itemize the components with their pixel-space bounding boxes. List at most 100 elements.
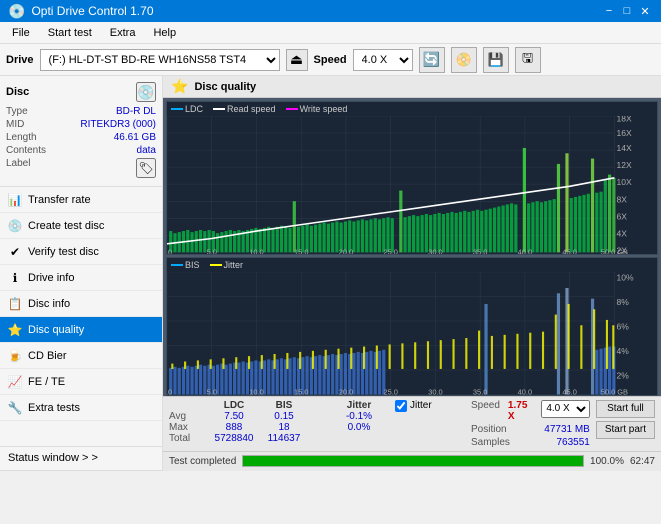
menu-help[interactable]: Help (145, 25, 184, 41)
sidebar-item-fe-te[interactable]: 📈 FE / TE (0, 369, 162, 395)
stats-header-row: LDC BIS Jitter (169, 400, 389, 411)
charts-area: LDC Read speed Write speed (163, 98, 661, 396)
speed-info-label: Speed (471, 400, 500, 422)
disc-contents-row: Contents data (6, 145, 156, 156)
content-area: Disc 💿 Type BD-R DL MID RITEKDR3 (000) L… (0, 76, 661, 471)
svg-text:45.0: 45.0 (562, 388, 576, 395)
svg-text:35.0: 35.0 (473, 247, 487, 254)
fe-te-icon: 📈 (8, 375, 22, 389)
jitter-checkbox[interactable] (395, 400, 407, 412)
read-speed-color (213, 108, 225, 110)
svg-text:12X: 12X (617, 160, 632, 170)
max-jitter: 0.0% (329, 422, 389, 433)
speed-row: Speed 1.75 X 4.0 X (471, 400, 590, 422)
status-window-label: Status window > > (8, 452, 98, 464)
read-speed-label: Read speed (227, 104, 276, 114)
svg-text:18X: 18X (617, 116, 632, 123)
main-panel: ⭐ Disc quality LDC Read speed (163, 76, 661, 471)
disc-label-label: Label (6, 158, 30, 178)
start-buttons: Start full Start part (596, 400, 655, 439)
svg-text:0.0: 0.0 (167, 247, 172, 254)
stats-row: LDC BIS Jitter Avg 7.50 0.15 -0.1% Max (169, 400, 655, 448)
write-speed-label: Write speed (300, 104, 348, 114)
total-jitter (329, 433, 389, 444)
svg-text:6X: 6X (617, 211, 628, 221)
sidebar-item-drive-info[interactable]: ℹ Drive info (0, 265, 162, 291)
speed-dropdown[interactable]: 4.0 X (541, 400, 590, 418)
svg-text:8X: 8X (617, 194, 628, 204)
eject-button[interactable]: ⏏ (286, 49, 308, 71)
sidebar-item-create-test-disc[interactable]: 💿 Create test disc (0, 213, 162, 239)
contents-value: data (137, 145, 156, 156)
save-button[interactable]: 🖫 (515, 47, 541, 73)
close-button[interactable]: ✕ (637, 3, 653, 19)
nav-section: 📊 Transfer rate 💿 Create test disc ✔ Ver… (0, 187, 162, 446)
cd-bier-label: CD Bier (28, 350, 67, 362)
disc-label-button[interactable]: 🏷 (136, 158, 156, 178)
sidebar-item-transfer-rate[interactable]: 📊 Transfer rate (0, 187, 162, 213)
disc-info-icon: 📋 (8, 297, 22, 311)
start-full-button[interactable]: Start full (596, 400, 655, 418)
max-empty (309, 422, 329, 433)
sidebar-bottom: Status window > > (0, 446, 162, 471)
disc-panel-title: Disc (6, 86, 29, 98)
avg-label: Avg (169, 411, 209, 422)
write-button[interactable]: 💾 (483, 47, 509, 73)
svg-text:30.0: 30.0 (428, 388, 442, 395)
jitter-section: Jitter (395, 400, 465, 412)
lower-legend: BIS Jitter (167, 258, 657, 272)
bis-label: BIS (185, 260, 200, 270)
lower-chart-container: BIS Jitter (166, 257, 658, 396)
progress-bar-inner (243, 456, 583, 466)
svg-text:50.0 GB: 50.0 GB (601, 247, 628, 254)
disc-quality-icon: ⭐ (8, 323, 22, 337)
sidebar-item-cd-bier[interactable]: 🍺 CD Bier (0, 343, 162, 369)
minimize-button[interactable]: − (601, 3, 617, 19)
sidebar-item-disc-info[interactable]: 📋 Disc info (0, 291, 162, 317)
read-button[interactable]: 📀 (451, 47, 477, 73)
position-value: 47731 MB (544, 424, 590, 435)
start-part-button[interactable]: Start part (596, 421, 655, 439)
svg-text:4%: 4% (617, 346, 630, 356)
stats-total-row: Total 5728840 114637 (169, 433, 389, 444)
sidebar-item-verify-test-disc[interactable]: ✔ Verify test disc (0, 239, 162, 265)
menu-file[interactable]: File (4, 25, 38, 41)
svg-text:10%: 10% (617, 273, 634, 283)
drive-toolbar: Drive (F:) HL-DT-ST BD-RE WH16NS58 TST4 … (0, 44, 661, 76)
menu-start-test[interactable]: Start test (40, 25, 100, 41)
svg-text:10X: 10X (617, 177, 632, 187)
max-ldc: 888 (209, 422, 259, 433)
disc-quality-header: ⭐ Disc quality (163, 76, 661, 98)
speed-select[interactable]: 4.0 X (353, 49, 413, 71)
svg-text:35.0: 35.0 (473, 388, 487, 395)
maximize-button[interactable]: □ (619, 3, 635, 19)
extra-tests-icon: 🔧 (8, 401, 22, 415)
svg-text:45.0: 45.0 (562, 247, 576, 254)
disc-length-row: Length 46.61 GB (6, 132, 156, 143)
create-test-disc-label: Create test disc (28, 220, 104, 232)
total-empty (309, 433, 329, 444)
svg-text:25.0: 25.0 (383, 247, 397, 254)
svg-text:15.0: 15.0 (294, 388, 308, 395)
transfer-rate-label: Transfer rate (28, 194, 91, 206)
title-bar-left: 💿 Opti Drive Control 1.70 (8, 3, 154, 20)
bis-color (171, 264, 183, 266)
status-window-button[interactable]: Status window > > (0, 447, 162, 471)
sidebar-item-disc-quality[interactable]: ⭐ Disc quality (0, 317, 162, 343)
disc-info-label: Disc info (28, 298, 70, 310)
title-bar: 💿 Opti Drive Control 1.70 − □ ✕ (0, 0, 661, 22)
ldc-header: LDC (209, 400, 259, 411)
stats-empty2 (309, 400, 329, 411)
transfer-rate-icon: 📊 (8, 193, 22, 207)
write-speed-color (286, 108, 298, 110)
refresh-button[interactable]: 🔄 (419, 47, 445, 73)
max-label: Max (169, 422, 209, 433)
sidebar: Disc 💿 Type BD-R DL MID RITEKDR3 (000) L… (0, 76, 163, 471)
sidebar-item-extra-tests[interactable]: 🔧 Extra tests (0, 395, 162, 421)
progress-time: 62:47 (630, 456, 655, 467)
svg-text:2%: 2% (617, 371, 630, 381)
menu-extra[interactable]: Extra (102, 25, 144, 41)
disc-icon-button[interactable]: 💿 (136, 82, 156, 102)
stats-max-row: Max 888 18 0.0% (169, 422, 389, 433)
drive-select[interactable]: (F:) HL-DT-ST BD-RE WH16NS58 TST4 (40, 49, 280, 71)
